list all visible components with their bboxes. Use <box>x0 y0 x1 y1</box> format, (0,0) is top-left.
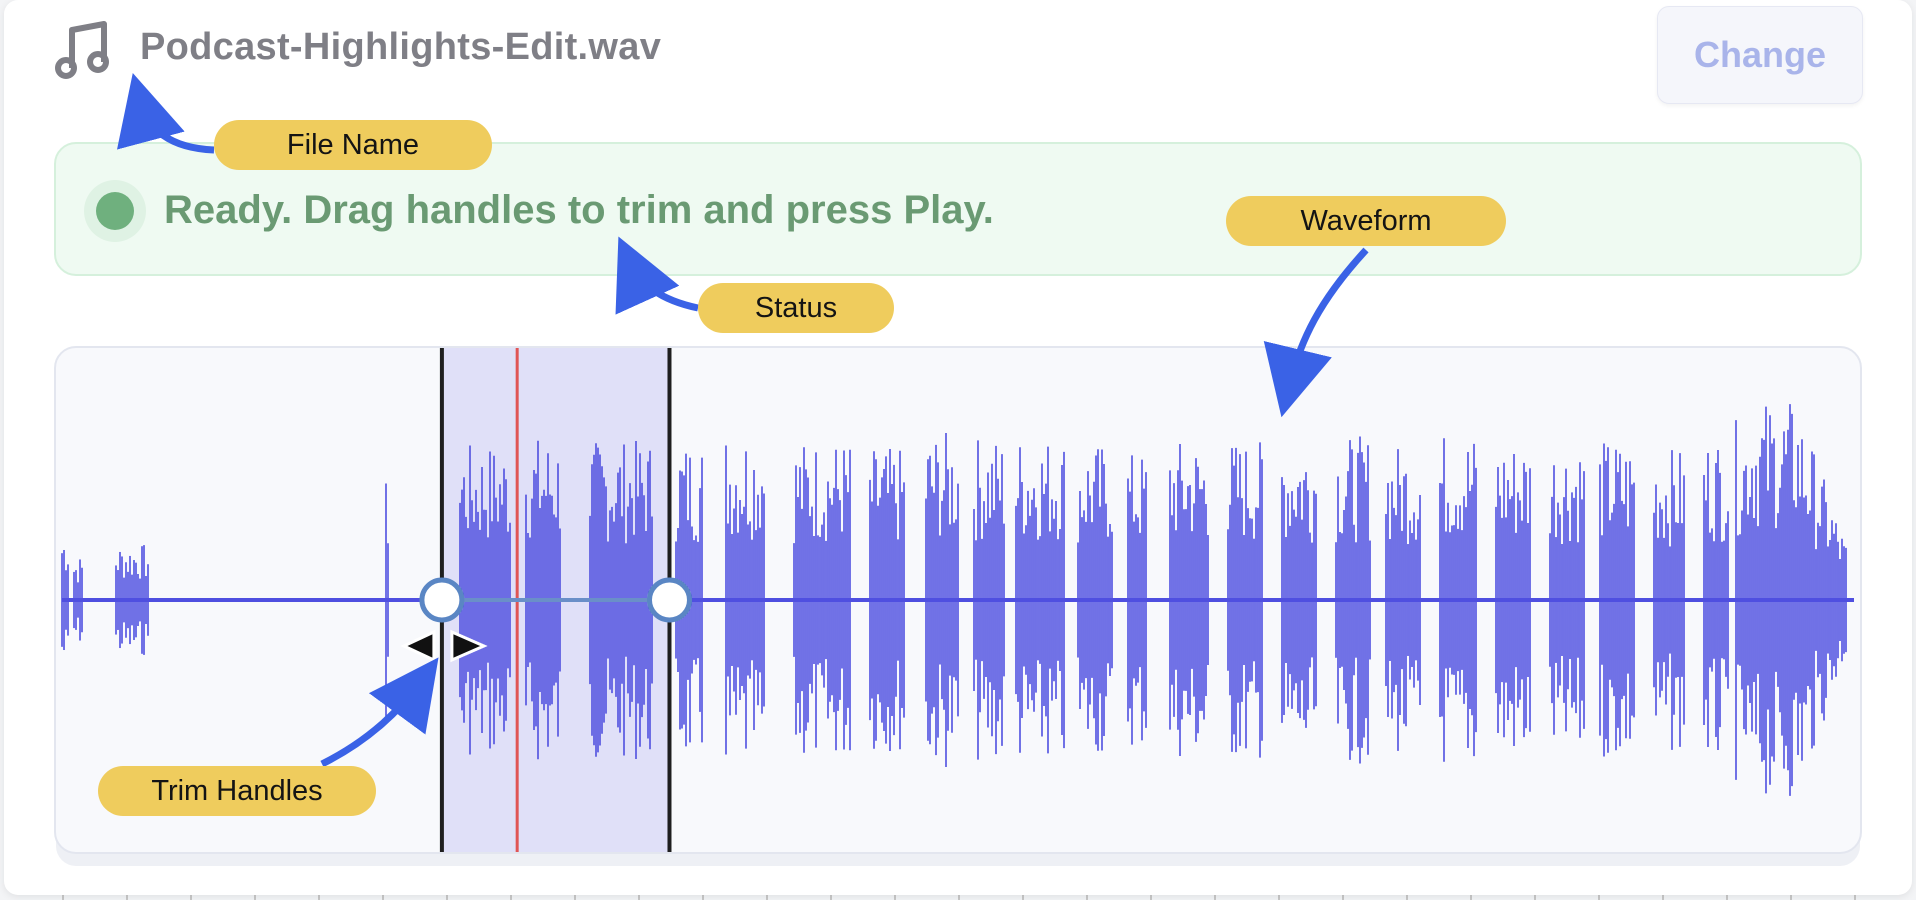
status-callout: Status <box>698 283 894 333</box>
waveform-callout: Waveform <box>1226 196 1506 246</box>
file-name: Podcast-Highlights-Edit.wav <box>140 26 662 68</box>
music-note-icon <box>54 20 116 82</box>
status-text: Ready. Drag handles to trim and press Pl… <box>164 188 994 232</box>
trim-handles-callout: Trim Handles <box>98 766 376 816</box>
trim-start-handle[interactable] <box>419 577 465 623</box>
file-name-callout: File Name <box>214 120 492 170</box>
trim-end-handle[interactable] <box>646 577 692 623</box>
status-indicator-icon <box>96 192 134 230</box>
change-button[interactable]: Change <box>1657 6 1863 104</box>
